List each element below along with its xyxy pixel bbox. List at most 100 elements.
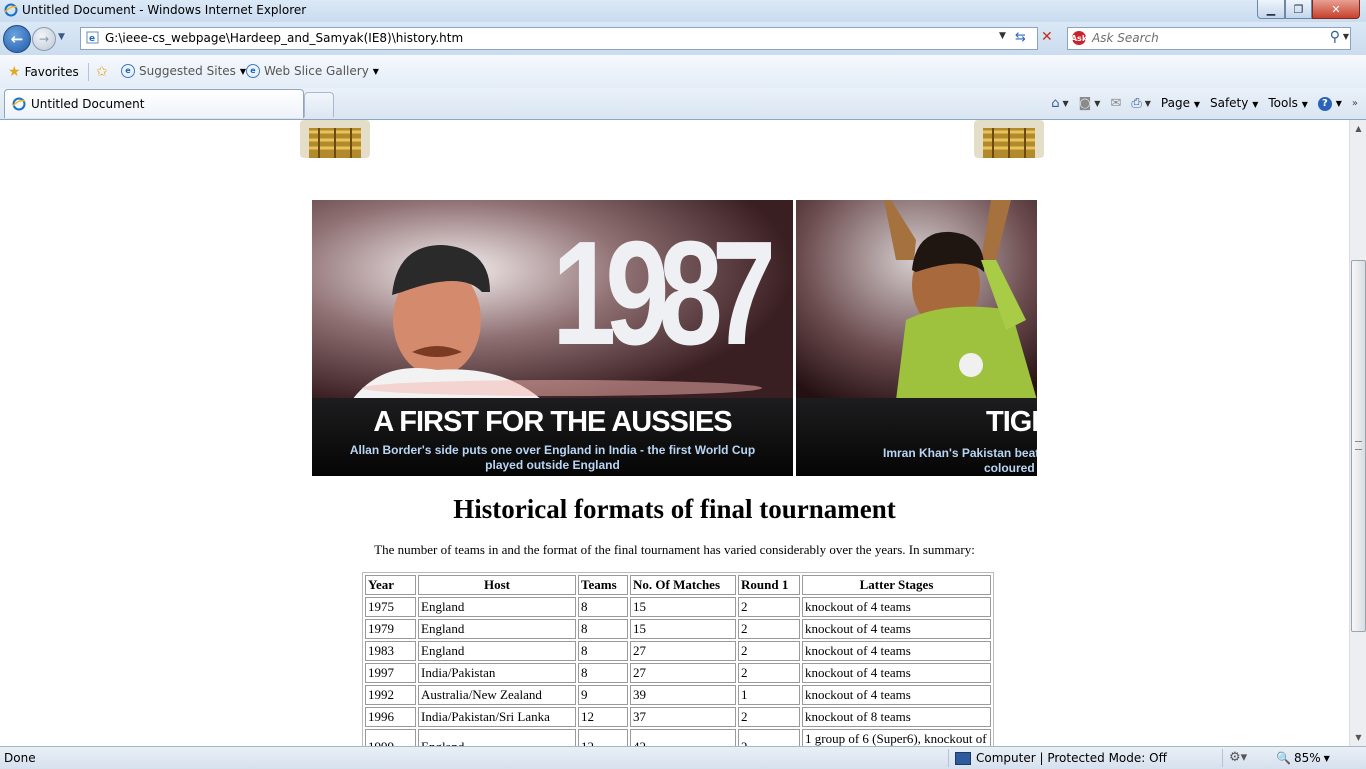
favorites-bar: ★ Favorites ✩ e Suggested Sites ▼ e Web …: [0, 55, 1366, 89]
cell-year: 1999: [365, 729, 416, 746]
forward-button[interactable]: →: [32, 27, 56, 51]
home-icon[interactable]: ⌂: [1051, 96, 1059, 111]
scroll-thumb[interactable]: [1351, 260, 1366, 632]
feeds-icon[interactable]: ◙: [1079, 96, 1092, 111]
table-row: 1992 Australia/New Zealand 9 39 1 knocko…: [365, 685, 991, 705]
ie-logo-icon: [4, 3, 18, 17]
feeds-dropdown-icon[interactable]: ▼: [1094, 99, 1100, 108]
help-icon: ?: [1317, 97, 1332, 111]
zoom-level: 85%: [1293, 751, 1321, 765]
search-icon[interactable]: ⚲: [1330, 29, 1340, 45]
window-title: Untitled Document - Windows Internet Exp…: [22, 3, 307, 17]
page-content: 1987 A FIRST FOR THE AUSSIES Allan Borde…: [0, 120, 1349, 746]
protected-mode-icon[interactable]: ⚙▾: [1229, 750, 1247, 765]
recent-pages-dropdown[interactable]: ▼: [58, 32, 65, 42]
close-button[interactable]: ✕: [1312, 0, 1360, 19]
help-menu[interactable]: ? ▼: [1317, 95, 1342, 111]
chevron-down-icon: ▼: [1193, 100, 1200, 109]
column-header-round1: Round 1: [738, 575, 800, 595]
safety-menu[interactable]: Safety ▼: [1210, 96, 1258, 110]
chevron-down-icon: ▼: [1252, 100, 1259, 109]
ie-page-icon: e: [86, 31, 99, 44]
cell-year: 1992: [365, 685, 416, 705]
cell-round1: 2: [738, 663, 800, 683]
add-to-favorites-bar-button[interactable]: ✩: [96, 64, 108, 80]
forward-arrow-icon: →: [38, 32, 50, 46]
favorites-button[interactable]: ★ Favorites: [8, 64, 79, 80]
cell-latter-stages: knockout of 4 teams: [802, 597, 991, 617]
cell-round1: 2: [738, 619, 800, 639]
cell-round1: 2: [738, 641, 800, 661]
column-header-latter-stages: Latter Stages: [802, 575, 991, 595]
chevron-down-icon: ▼: [1335, 99, 1342, 108]
home-dropdown-icon[interactable]: ▼: [1063, 99, 1069, 108]
table-header-row: Year Host Teams No. Of Matches Round 1 L…: [365, 575, 991, 595]
cell-latter-stages: knockout of 8 teams: [802, 707, 991, 727]
cell-latter-stages: knockout of 4 teams: [802, 641, 991, 661]
ie-page-icon: e: [121, 64, 135, 78]
cell-teams: 8: [578, 663, 628, 683]
zoom-control[interactable]: 🔍 85% ▼: [1276, 751, 1330, 765]
stop-icon[interactable]: ✕: [1041, 29, 1053, 45]
banner-subtitle-line1: Allan Border's side puts one over Englan…: [349, 443, 756, 457]
refresh-icon[interactable]: ⇆: [1015, 30, 1026, 45]
scroll-up-arrow-icon[interactable]: ▲: [1350, 120, 1366, 137]
search-input[interactable]: Ask Search: [1092, 31, 1159, 45]
column-header-teams: Teams: [578, 575, 628, 595]
scroll-down-arrow-icon[interactable]: ▼: [1350, 729, 1366, 746]
maximize-button[interactable]: ❐: [1285, 0, 1312, 19]
column-header-host: Host: [418, 575, 576, 595]
ie-page-icon: e: [246, 64, 260, 78]
back-button[interactable]: ←: [3, 25, 31, 53]
minimize-button[interactable]: ▁: [1257, 0, 1285, 19]
banner-1987: 1987 A FIRST FOR THE AUSSIES Allan Borde…: [312, 200, 793, 476]
navigation-bar: ← → ▼ e G:\ieee-cs_webpage\Hardeep_and_S…: [0, 22, 1366, 55]
cell-latter-stages: 1 group of 6 (Super6), knockout of 4 tea…: [802, 729, 991, 746]
suggested-sites-button[interactable]: e Suggested Sites ▼: [121, 64, 246, 78]
banner-subtitle-line1: Imran Khan's Pakistan beat E: [883, 446, 1037, 460]
security-zone-label: Computer | Protected Mode: Off: [976, 751, 1167, 765]
toolbar-overflow-icon[interactable]: »: [1352, 98, 1358, 109]
cell-teams: 9: [578, 685, 628, 705]
cell-matches: 27: [630, 663, 736, 683]
print-dropdown-icon[interactable]: ▼: [1145, 99, 1151, 108]
column-header-year: Year: [365, 575, 416, 595]
search-options-dropdown-icon[interactable]: ▼: [1343, 32, 1349, 41]
search-box[interactable]: Ask Ask Search ⚲ ▼: [1067, 27, 1351, 50]
cell-latter-stages: knockout of 4 teams: [802, 619, 991, 639]
favorites-label: Favorites: [24, 65, 79, 79]
safety-menu-label: Safety: [1209, 96, 1249, 110]
tab-untitled-document[interactable]: Untitled Document: [4, 89, 304, 118]
web-slice-gallery-button[interactable]: e Web Slice Gallery ▼: [246, 64, 379, 78]
cell-round1: 2: [738, 707, 800, 727]
cell-year: 1997: [365, 663, 416, 683]
cell-round1: 2: [738, 729, 800, 746]
cell-year: 1996: [365, 707, 416, 727]
table-row: 1996 India/Pakistan/Sri Lanka 12 37 2 kn…: [365, 707, 991, 727]
status-bar: Done Computer | Protected Mode: Off ⚙▾ 🔍…: [0, 746, 1366, 769]
table-row: 1997 India/Pakistan 8 27 2 knockout of 4…: [365, 663, 991, 683]
security-zone[interactable]: Computer | Protected Mode: Off: [955, 751, 1167, 765]
cell-matches: 27: [630, 641, 736, 661]
cell-teams: 12: [578, 707, 628, 727]
page-menu-label: Page: [1160, 96, 1190, 110]
address-url[interactable]: G:\ieee-cs_webpage\Hardeep_and_Samyak(IE…: [105, 31, 463, 45]
chevron-down-icon: ▼: [1301, 100, 1308, 109]
cell-matches: 15: [630, 619, 736, 639]
vertical-scrollbar[interactable]: ▲ ▼: [1349, 120, 1366, 746]
tools-menu[interactable]: Tools ▼: [1268, 96, 1308, 110]
trophy-image: [969, 120, 1049, 162]
print-icon[interactable]: ⎙: [1131, 96, 1141, 111]
page-menu[interactable]: Page ▼: [1161, 96, 1200, 110]
cell-teams: 8: [578, 619, 628, 639]
cell-latter-stages: knockout of 4 teams: [802, 663, 991, 683]
trophy-image: [295, 120, 375, 162]
new-tab-button[interactable]: [304, 92, 334, 117]
table-row: 1983 England 8 27 2 knockout of 4 teams: [365, 641, 991, 661]
toolbar-separator: [88, 63, 89, 81]
address-dropdown-icon[interactable]: ▼: [999, 31, 1006, 41]
banner-subtitle-line2: coloured c: [984, 461, 1037, 475]
tools-menu-label: Tools: [1268, 96, 1298, 110]
address-bar[interactable]: e G:\ieee-cs_webpage\Hardeep_and_Samyak(…: [80, 27, 1053, 50]
read-mail-icon[interactable]: ✉: [1110, 96, 1121, 111]
